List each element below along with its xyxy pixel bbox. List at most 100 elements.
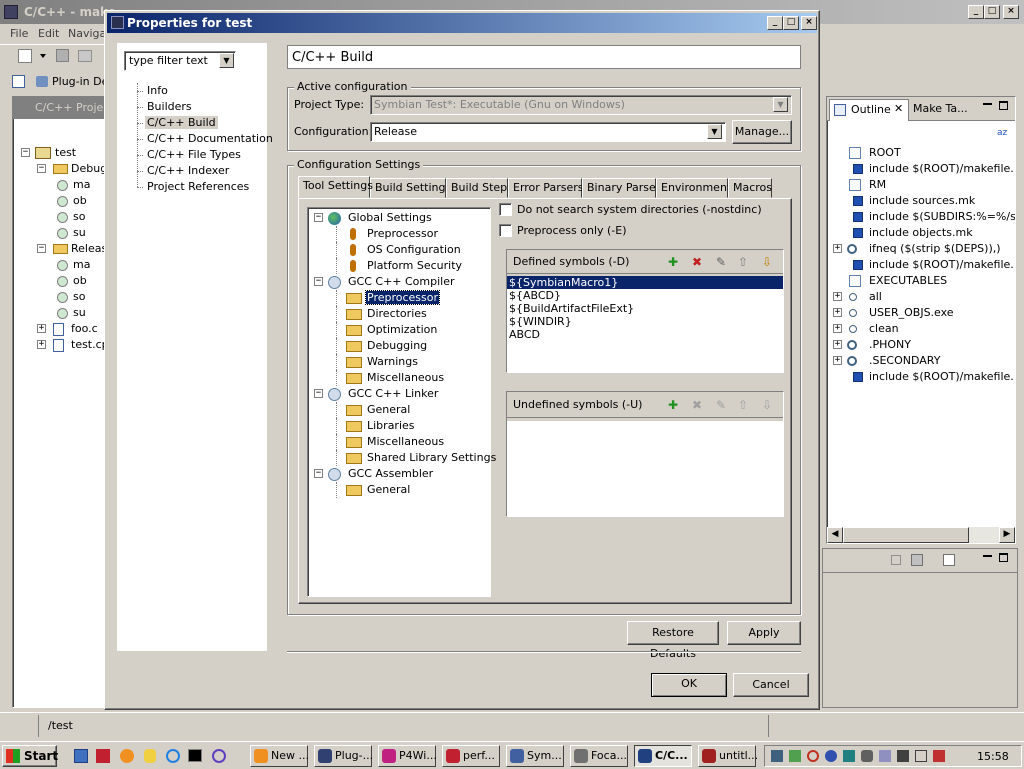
- tree-expander-icon[interactable]: +: [833, 324, 842, 333]
- preprocess-only-option[interactable]: Preprocess only (-E): [499, 222, 789, 238]
- delete-symbol-icon[interactable]: ✖: [689, 254, 705, 270]
- project-tree-item[interactable]: so: [13, 289, 105, 305]
- tray-icon-1[interactable]: [771, 750, 783, 762]
- taskbar-button[interactable]: P4Wi...: [378, 745, 437, 767]
- tool-tree-item[interactable]: Debugging: [308, 338, 490, 354]
- make-targets-tab[interactable]: Make Ta...: [913, 102, 968, 115]
- outline-item[interactable]: include $(SUBDIRS:%=%/sub: [827, 209, 1015, 225]
- nav-item[interactable]: Builders: [137, 99, 263, 115]
- outline-item[interactable]: ROOT: [827, 145, 1015, 161]
- outline-item[interactable]: + all: [827, 289, 1015, 305]
- filter-combo[interactable]: type filter text ▼: [124, 51, 236, 71]
- tray-icon-10[interactable]: [933, 750, 945, 762]
- add-undefined-icon[interactable]: ✚: [665, 397, 681, 413]
- project-tree-item[interactable]: + test.cp: [13, 337, 109, 353]
- eclipse-maximize-button[interactable]: □: [984, 5, 1000, 19]
- tree-expander-icon[interactable]: −: [314, 277, 323, 286]
- move-down-icon[interactable]: ⇩: [759, 254, 775, 270]
- tree-expander-icon[interactable]: +: [37, 340, 46, 349]
- tab-error-parsers[interactable]: Error Parsers: [508, 178, 583, 198]
- scroll-thumb[interactable]: [843, 527, 969, 543]
- tool-tree-item[interactable]: Shared Library Settings: [308, 450, 496, 466]
- close-outline-icon[interactable]: ✕: [894, 102, 903, 115]
- lower-maximize-icon[interactable]: [999, 553, 1008, 562]
- outline-item[interactable]: EXECUTABLES: [827, 273, 1015, 289]
- project-tree-item[interactable]: ma: [13, 257, 105, 273]
- defined-symbol-item[interactable]: ABCD: [507, 328, 783, 341]
- eclipse-minimize-button[interactable]: _: [968, 5, 984, 19]
- tool-tree-item[interactable]: − Global Settings: [308, 210, 490, 226]
- outline-item[interactable]: RM: [827, 177, 1015, 193]
- dialog-close-button[interactable]: ×: [801, 16, 817, 30]
- project-tree-item[interactable]: ma: [13, 177, 105, 193]
- tree-expander-icon[interactable]: −: [21, 148, 30, 157]
- print-icon[interactable]: [78, 50, 92, 62]
- tree-expander-icon[interactable]: −: [314, 213, 323, 222]
- outline-item[interactable]: + USER_OBJS.exe: [827, 305, 1015, 321]
- tree-expander-icon[interactable]: −: [37, 244, 46, 253]
- menu-file[interactable]: File: [10, 27, 28, 40]
- outline-item[interactable]: include objects.mk: [827, 225, 1015, 241]
- new-icon[interactable]: [18, 49, 32, 63]
- tool-tree-item[interactable]: General: [308, 482, 490, 498]
- configuration-combo[interactable]: Release ▼: [370, 122, 726, 142]
- tree-expander-icon[interactable]: −: [314, 469, 323, 478]
- lower-minimize-icon[interactable]: [983, 555, 992, 557]
- tray-icon-2[interactable]: [789, 750, 801, 762]
- project-tree-item[interactable]: ob: [13, 193, 105, 209]
- quicklaunch-app4-icon[interactable]: [144, 749, 156, 763]
- quicklaunch-ie-icon[interactable]: [166, 749, 180, 763]
- nav-item[interactable]: Project References: [137, 179, 263, 195]
- scroll-left-icon[interactable]: ◀: [827, 527, 843, 543]
- tab-build-settings[interactable]: Build Settings: [370, 178, 451, 198]
- tool-tree-item[interactable]: − GCC C++ Linker: [308, 386, 490, 402]
- clock[interactable]: 15:58: [977, 750, 1009, 763]
- nav-item[interactable]: C/C++ Documentation: [137, 131, 273, 147]
- outline-item[interactable]: + .PHONY: [827, 337, 1015, 353]
- tool-tree-item[interactable]: Preprocessor: [308, 226, 490, 242]
- outline-item[interactable]: include $(ROOT)/makefile. ...: [827, 369, 1015, 385]
- tray-icon-5[interactable]: [843, 750, 855, 762]
- quicklaunch-cmd-icon[interactable]: [188, 749, 202, 762]
- undefined-symbols-list[interactable]: [507, 421, 783, 516]
- quicklaunch-app3-icon[interactable]: [120, 749, 134, 763]
- ok-button[interactable]: OK: [651, 673, 727, 697]
- configuration-value[interactable]: Release: [374, 125, 417, 138]
- outline-item[interactable]: include sources.mk: [827, 193, 1015, 209]
- taskbar-button[interactable]: New ...: [250, 745, 309, 767]
- project-tree-item[interactable]: − Releas: [13, 241, 107, 257]
- tool-tree-item[interactable]: Miscellaneous: [308, 434, 490, 450]
- tray-icon-4[interactable]: [825, 750, 837, 762]
- defined-symbol-item[interactable]: ${BuildArtifactFileExt}: [507, 302, 783, 315]
- apply-button[interactable]: Apply: [727, 621, 801, 645]
- taskbar-button[interactable]: Sym...: [506, 745, 564, 767]
- tool-tree-item[interactable]: General: [308, 402, 490, 418]
- tree-expander-icon[interactable]: +: [833, 308, 842, 317]
- nostdinc-checkbox[interactable]: [499, 203, 512, 216]
- defined-symbol-item[interactable]: ${ABCD}: [507, 289, 783, 302]
- tool-tree-item[interactable]: Directories: [308, 306, 490, 322]
- tool-tree-item[interactable]: Libraries: [308, 418, 490, 434]
- tool-tree-item[interactable]: Miscellaneous: [308, 370, 490, 386]
- dialog-minimize-button[interactable]: _: [767, 16, 783, 30]
- start-button[interactable]: Start: [2, 745, 58, 767]
- pin-icon[interactable]: [891, 555, 901, 565]
- defined-symbols-list[interactable]: ${SymbianMacro1} ${ABCD} ${BuildArtifactFi…: [507, 276, 783, 372]
- new-console-icon[interactable]: [943, 554, 955, 566]
- dropdown-arrow-icon[interactable]: [40, 54, 46, 58]
- project-tree-item[interactable]: ob: [13, 273, 105, 289]
- tree-expander-icon[interactable]: −: [314, 389, 323, 398]
- project-tree-item[interactable]: − Debug: [13, 161, 107, 177]
- edit-symbol-icon[interactable]: ✎: [713, 254, 729, 270]
- tab-tool-settings[interactable]: Tool Settings: [298, 176, 373, 198]
- outline-item[interactable]: include $(ROOT)/makefile. ...: [827, 161, 1015, 177]
- tool-tree-item[interactable]: OS Configuration: [308, 242, 490, 258]
- tree-expander-icon[interactable]: +: [833, 244, 842, 253]
- tool-tree-item[interactable]: Warnings: [308, 354, 490, 370]
- defined-symbol-item[interactable]: ${SymbianMacro1}: [507, 276, 783, 289]
- filter-dropdown-icon[interactable]: ▼: [219, 53, 234, 68]
- taskbar-button[interactable]: untitl...: [698, 745, 758, 767]
- nav-item[interactable]: C/C++ File Types: [137, 147, 263, 163]
- dialog-maximize-button[interactable]: □: [783, 16, 799, 30]
- restore-defaults-button[interactable]: Restore Defaults: [627, 621, 719, 660]
